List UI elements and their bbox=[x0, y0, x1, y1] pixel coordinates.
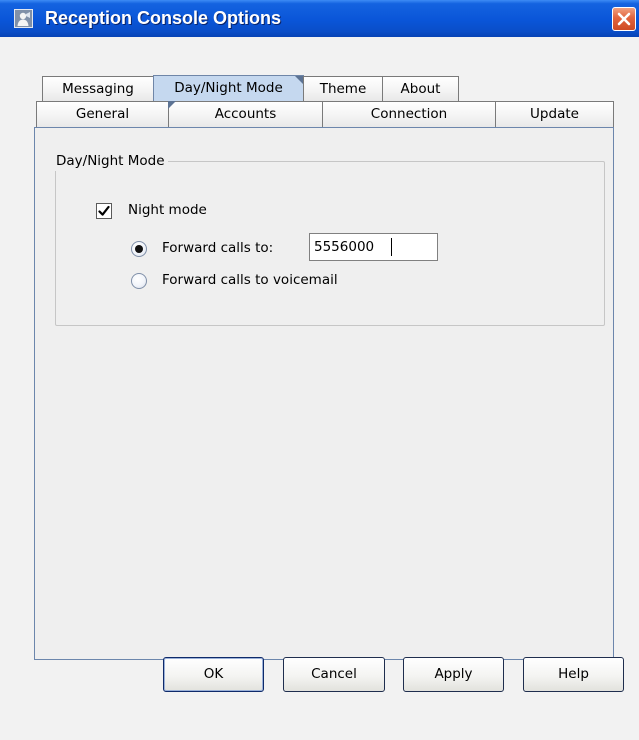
tab-label: Day/Night Mode bbox=[174, 80, 283, 96]
ok-button[interactable]: OK bbox=[163, 657, 264, 692]
forward-calls-label: Forward calls to: bbox=[162, 240, 274, 256]
forward-voicemail-radio[interactable] bbox=[131, 273, 147, 289]
checkmark-icon bbox=[98, 205, 110, 216]
forward-calls-radio[interactable] bbox=[131, 241, 147, 257]
night-mode-checkbox[interactable] bbox=[96, 203, 112, 219]
tab-label: Theme bbox=[319, 81, 367, 97]
tab-about[interactable]: About bbox=[382, 76, 459, 101]
ok-label: OK bbox=[203, 666, 224, 682]
help-label: Help bbox=[558, 666, 589, 682]
text-caret bbox=[391, 238, 392, 256]
cancel-label: Cancel bbox=[311, 666, 357, 682]
group-title: Day/Night Mode bbox=[55, 151, 168, 171]
tab-connection[interactable]: Connection bbox=[322, 101, 496, 127]
apply-label: Apply bbox=[434, 666, 473, 682]
forward-number-input[interactable] bbox=[309, 233, 438, 261]
day-night-mode-group: Day/Night Mode Night mode Forward calls … bbox=[55, 151, 605, 326]
tab-update[interactable]: Update bbox=[495, 101, 614, 127]
night-mode-label: Night mode bbox=[128, 202, 207, 218]
tab-label: Update bbox=[530, 106, 579, 122]
close-button[interactable] bbox=[612, 7, 636, 31]
tab-label: Connection bbox=[370, 106, 448, 122]
radio-selected-dot bbox=[135, 245, 143, 253]
tab-day-night-mode[interactable]: Day/Night Mode bbox=[153, 75, 304, 101]
close-icon bbox=[617, 12, 631, 26]
cancel-button[interactable]: Cancel bbox=[283, 657, 385, 692]
forward-voicemail-label: Forward calls to voicemail bbox=[162, 272, 338, 288]
tab-label: General bbox=[75, 106, 130, 122]
tab-theme[interactable]: Theme bbox=[303, 76, 383, 101]
help-button[interactable]: Help bbox=[523, 657, 624, 692]
tab-content-panel: Day/Night Mode Night mode Forward calls … bbox=[34, 127, 614, 660]
title-bar[interactable]: Reception Console Options bbox=[0, 0, 639, 37]
tab-general[interactable]: General bbox=[36, 101, 169, 127]
tab-label: Accounts bbox=[214, 106, 277, 122]
dialog-body: Messaging Day/Night Mode Theme About Gen… bbox=[0, 37, 639, 740]
tab-messaging[interactable]: Messaging bbox=[42, 76, 154, 101]
apply-button[interactable]: Apply bbox=[403, 657, 504, 692]
app-icon bbox=[14, 9, 33, 28]
tab-accounts[interactable]: Accounts bbox=[168, 101, 323, 127]
window-title: Reception Console Options bbox=[45, 8, 282, 28]
tab-label: Messaging bbox=[62, 81, 134, 97]
tab-label: About bbox=[400, 81, 441, 97]
